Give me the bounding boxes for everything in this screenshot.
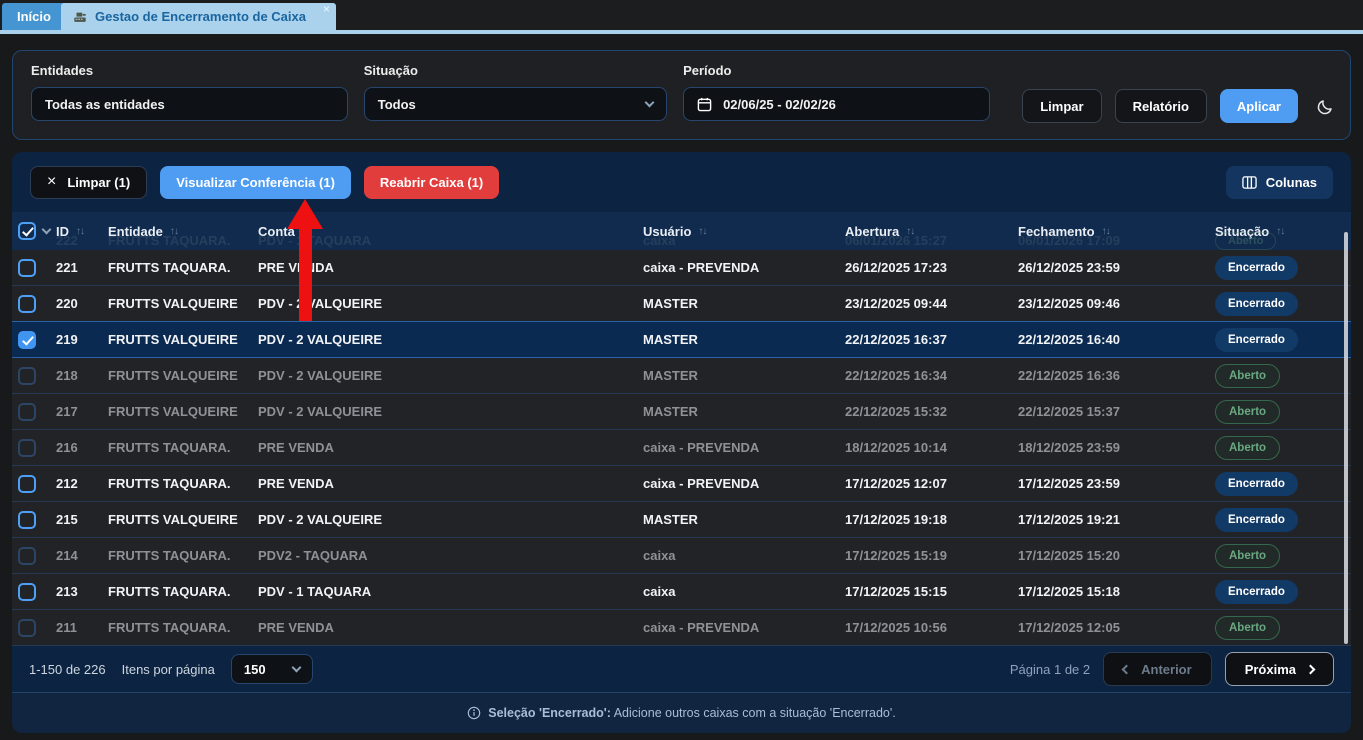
- status-badge: Encerrado: [1215, 580, 1298, 604]
- row-checkbox[interactable]: [18, 619, 36, 637]
- status-badge: Aberto: [1215, 436, 1280, 460]
- status-badge: Encerrado: [1215, 328, 1298, 352]
- chevron-down-icon: [291, 662, 301, 672]
- filter-panel: Entidades Todas as entidades Situação To…: [12, 50, 1351, 140]
- entidades-input[interactable]: Todas as entidades: [31, 87, 348, 121]
- column-header-id[interactable]: ID↑↓: [56, 224, 108, 239]
- calendar-icon: [697, 97, 712, 112]
- entidades-label: Entidades: [31, 63, 348, 78]
- selection-toolbar: × Limpar (1) Visualizar Conferência (1) …: [12, 152, 1351, 212]
- items-per-page-label: Itens por página: [122, 662, 215, 677]
- table-row-214[interactable]: 214 FRUTTS TAQUARA. PDV2 - TAQUARA caixa…: [12, 538, 1351, 574]
- dark-mode-toggle-icon[interactable]: [1316, 98, 1334, 116]
- column-header-fechamento[interactable]: Fechamento↑↓: [1018, 224, 1215, 239]
- aplicar-button[interactable]: Aplicar: [1220, 89, 1298, 123]
- selection-chevron-down-icon[interactable]: [42, 224, 52, 234]
- table-row-219[interactable]: 219 FRUTTS VALQUEIRE PDV - 2 VALQUEIRE M…: [12, 322, 1351, 358]
- tab-inicio[interactable]: Início: [2, 3, 66, 30]
- row-checkbox[interactable]: [18, 331, 36, 349]
- relatorio-button[interactable]: Relatório: [1115, 89, 1207, 123]
- tab-gestao-encerramento[interactable]: Gestao de Encerramento de Caixa ×: [61, 3, 336, 30]
- column-header-situacao[interactable]: Situação↑↓: [1215, 224, 1351, 239]
- situacao-value: Todos: [378, 97, 416, 112]
- table-row-212[interactable]: 212 FRUTTS TAQUARA. PRE VENDA caixa - PR…: [12, 466, 1351, 502]
- chevron-right-icon: [1306, 664, 1316, 674]
- row-checkbox[interactable]: [18, 439, 36, 457]
- anterior-button[interactable]: Anterior: [1103, 652, 1212, 686]
- items-per-page-select[interactable]: 150: [231, 654, 313, 684]
- sort-icon[interactable]: ↑↓: [698, 226, 706, 237]
- situacao-select[interactable]: Todos: [364, 87, 667, 121]
- table-row-221[interactable]: 221 FRUTTS TAQUARA. PRE VENDA caixa - PR…: [12, 250, 1351, 286]
- periodo-label: Período: [683, 63, 990, 78]
- row-checkbox[interactable]: [18, 583, 36, 601]
- tab-inicio-label: Início: [17, 9, 51, 24]
- row-checkbox[interactable]: [18, 547, 36, 565]
- status-badge: Encerrado: [1215, 472, 1298, 496]
- row-checkbox[interactable]: [18, 475, 36, 493]
- table-row-216[interactable]: 216 FRUTTS TAQUARA. PRE VENDA caixa - PR…: [12, 430, 1351, 466]
- limpar-selection-button[interactable]: × Limpar (1): [30, 166, 147, 199]
- status-badge: Aberto: [1215, 400, 1280, 424]
- limpar-button[interactable]: Limpar: [1022, 89, 1101, 123]
- periodo-value: 02/06/25 - 02/02/26: [723, 97, 836, 112]
- status-badge: Encerrado: [1215, 508, 1298, 532]
- footer-message: Adicione outros caixas com a situação 'E…: [614, 706, 896, 720]
- page-info: Página 1 de 2: [1010, 662, 1090, 677]
- footer-message-bold: Seleção 'Encerrado':: [488, 706, 611, 720]
- column-header-entidade[interactable]: Entidade↑↓: [108, 224, 258, 239]
- situacao-label: Situação: [364, 63, 667, 78]
- table-row-213[interactable]: 213 FRUTTS TAQUARA. PDV - 1 TAQUARA caix…: [12, 574, 1351, 610]
- annotation-arrow-shaft: [299, 227, 312, 321]
- select-all-checkbox[interactable]: [18, 222, 36, 240]
- tabbar-underline: [0, 30, 1363, 34]
- tab-close-icon[interactable]: ×: [323, 3, 330, 15]
- info-icon: [467, 706, 481, 720]
- proxima-button[interactable]: Próxima: [1225, 652, 1334, 686]
- entidades-value: Todas as entidades: [45, 97, 165, 112]
- sort-icon[interactable]: ↑↓: [76, 226, 84, 237]
- range-label: 1-150 de 226: [29, 662, 106, 677]
- cash-register-icon: [73, 10, 87, 24]
- status-badge: Encerrado: [1215, 256, 1298, 280]
- row-checkbox[interactable]: [18, 259, 36, 277]
- reabrir-caixa-button[interactable]: Reabrir Caixa (1): [364, 166, 499, 199]
- sort-icon[interactable]: ↑↓: [1276, 226, 1284, 237]
- table-row-220[interactable]: 220 FRUTTS VALQUEIRE PDV - 2 VALQUEIRE M…: [12, 286, 1351, 322]
- row-checkbox[interactable]: [18, 295, 36, 313]
- visualizar-conferencia-button[interactable]: Visualizar Conferência (1): [160, 166, 351, 199]
- tab-gestao-label: Gestao de Encerramento de Caixa: [95, 9, 306, 24]
- status-badge: Encerrado: [1215, 292, 1298, 316]
- status-badge: Aberto: [1215, 364, 1280, 388]
- row-checkbox[interactable]: [18, 511, 36, 529]
- row-checkbox[interactable]: [18, 367, 36, 385]
- pagination-bar: 1-150 de 226 Itens por página 150 Página…: [12, 646, 1351, 692]
- table-row-217[interactable]: 217 FRUTTS VALQUEIRE PDV - 2 VALQUEIRE M…: [12, 394, 1351, 430]
- status-badge: Aberto: [1215, 544, 1280, 568]
- chevron-down-icon: [645, 97, 655, 107]
- sort-icon[interactable]: ↑↓: [1102, 226, 1110, 237]
- status-badge: Aberto: [1215, 616, 1280, 640]
- tab-bar: Início Gestao de Encerramento de Caixa ×: [0, 0, 1363, 34]
- colunas-button[interactable]: Colunas: [1226, 166, 1333, 199]
- table-panel: × Limpar (1) Visualizar Conferência (1) …: [12, 152, 1351, 733]
- column-header-abertura[interactable]: Abertura↑↓: [845, 224, 1018, 239]
- x-icon: ×: [47, 175, 56, 189]
- table-rows: 221 FRUTTS TAQUARA. PRE VENDA caixa - PR…: [12, 250, 1351, 646]
- sort-icon[interactable]: ↑↓: [170, 226, 178, 237]
- chevron-left-icon: [1122, 664, 1132, 674]
- annotation-arrow-head: [287, 199, 323, 229]
- info-footer: Seleção 'Encerrado': Adicione outros cai…: [12, 692, 1351, 733]
- column-header-usuario[interactable]: Usuário↑↓: [643, 224, 845, 239]
- sort-icon[interactable]: ↑↓: [906, 226, 914, 237]
- columns-icon: [1242, 175, 1257, 190]
- periodo-input[interactable]: 02/06/25 - 02/02/26: [683, 87, 990, 121]
- table-row-211[interactable]: 211 FRUTTS TAQUARA. PRE VENDA caixa - PR…: [12, 610, 1351, 646]
- table-header: 222FRUTTS TAQUARA.PDV - 1 TAQUARAcaixa06…: [12, 212, 1351, 250]
- row-checkbox[interactable]: [18, 403, 36, 421]
- table-row-218[interactable]: 218 FRUTTS VALQUEIRE PDV - 2 VALQUEIRE M…: [12, 358, 1351, 394]
- vertical-scrollbar[interactable]: [1344, 232, 1348, 644]
- table-row-215[interactable]: 215 FRUTTS VALQUEIRE PDV - 2 VALQUEIRE M…: [12, 502, 1351, 538]
